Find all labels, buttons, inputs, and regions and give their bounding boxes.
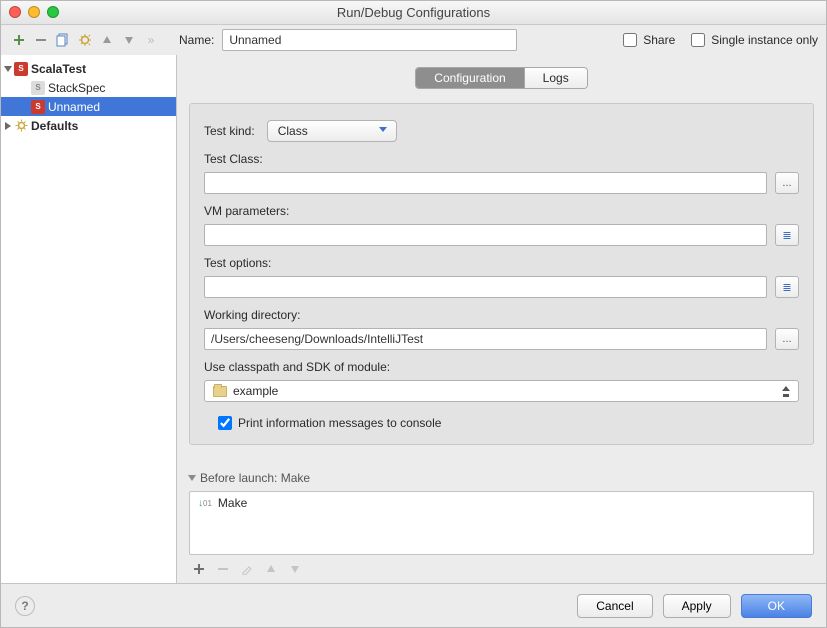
share-label: Share xyxy=(643,33,675,47)
remove-config-button[interactable] xyxy=(31,30,51,50)
before-launch-list[interactable]: ↓01 Make xyxy=(189,491,814,555)
module-label: Use classpath and SDK of module: xyxy=(204,360,799,374)
bl-remove-button[interactable] xyxy=(213,559,233,579)
vm-params-label: VM parameters: xyxy=(204,204,799,218)
scalatest-icon: S xyxy=(31,81,45,95)
tree-node-scalatest[interactable]: S ScalaTest xyxy=(1,59,176,78)
move-down-button[interactable] xyxy=(119,30,139,50)
expand-test-options-button[interactable]: ≣ xyxy=(775,276,799,298)
add-config-button[interactable] xyxy=(9,30,29,50)
disclosure-triangle-icon xyxy=(4,66,12,72)
before-launch-item[interactable]: ↓01 Make xyxy=(190,492,813,514)
print-info-checkbox-row[interactable]: Print information messages to console xyxy=(218,416,799,430)
working-dir-label: Working directory: xyxy=(204,308,799,322)
expand-vm-params-button[interactable]: ≣ xyxy=(775,224,799,246)
test-class-label: Test Class: xyxy=(204,152,799,166)
tree-node-unnamed[interactable]: S Unnamed xyxy=(1,97,176,116)
test-kind-label: Test kind: xyxy=(204,124,255,138)
apply-button[interactable]: Apply xyxy=(663,594,731,618)
scalatest-icon: S xyxy=(14,62,28,76)
close-window-button[interactable] xyxy=(9,6,21,18)
tree-node-stackspec[interactable]: S StackSpec xyxy=(1,78,176,97)
dialog-run-debug-configurations: Run/Debug Configurations » Name: Share xyxy=(0,0,827,628)
share-checkbox-row[interactable]: Share xyxy=(623,33,675,47)
print-info-label: Print information messages to console xyxy=(238,416,441,430)
copy-config-button[interactable] xyxy=(53,30,73,50)
gear-icon xyxy=(14,119,28,133)
name-input[interactable] xyxy=(222,29,517,51)
titlebar: Run/Debug Configurations xyxy=(1,1,826,25)
before-launch-heading: Before launch: Make xyxy=(200,471,310,485)
bl-down-button[interactable] xyxy=(285,559,305,579)
bl-add-button[interactable] xyxy=(189,559,209,579)
minimize-window-button[interactable] xyxy=(28,6,40,18)
tree-node-defaults[interactable]: Defaults xyxy=(1,116,176,135)
browse-working-dir-button[interactable]: ... xyxy=(775,328,799,350)
before-launch-toolbar xyxy=(189,555,814,579)
module-select[interactable]: example xyxy=(204,380,799,402)
share-checkbox[interactable] xyxy=(623,33,637,47)
before-launch-section: Before launch: Make ↓01 Make xyxy=(189,471,814,579)
list-icon: ≣ xyxy=(782,229,791,242)
folder-icon xyxy=(213,386,227,397)
working-dir-input[interactable] xyxy=(204,328,767,350)
test-options-label: Test options: xyxy=(204,256,799,270)
window-controls xyxy=(9,6,59,18)
disclosure-triangle-icon xyxy=(5,122,11,130)
tree-node-label: Unnamed xyxy=(48,100,100,114)
test-kind-value: Class xyxy=(278,124,308,138)
zoom-window-button[interactable] xyxy=(47,6,59,18)
list-icon: ≣ xyxy=(782,281,791,294)
tab-configuration[interactable]: Configuration xyxy=(416,68,523,88)
make-icon: ↓01 xyxy=(198,498,212,509)
vm-params-input[interactable] xyxy=(204,224,767,246)
single-instance-checkbox-row[interactable]: Single instance only xyxy=(691,33,818,47)
cancel-button[interactable]: Cancel xyxy=(577,594,652,618)
configuration-form: Test kind: Class Test Class: ... VM para… xyxy=(189,103,814,445)
dialog-footer: ? Cancel Apply OK xyxy=(1,583,826,627)
test-options-input[interactable] xyxy=(204,276,767,298)
tabstrip: Configuration Logs xyxy=(189,67,814,89)
test-kind-select[interactable]: Class xyxy=(267,120,397,142)
window-title: Run/Debug Configurations xyxy=(337,5,490,20)
test-class-input[interactable] xyxy=(204,172,767,194)
help-button[interactable]: ? xyxy=(15,596,35,616)
name-label: Name: xyxy=(179,33,214,47)
print-info-checkbox[interactable] xyxy=(218,416,232,430)
single-instance-label: Single instance only xyxy=(711,33,818,47)
bl-edit-button[interactable] xyxy=(237,559,257,579)
move-up-button[interactable] xyxy=(97,30,117,50)
tree-node-label: Defaults xyxy=(31,119,78,133)
bl-up-button[interactable] xyxy=(261,559,281,579)
single-instance-checkbox[interactable] xyxy=(691,33,705,47)
edit-defaults-button[interactable] xyxy=(75,30,95,50)
toolbar: » Name: Share Single instance only xyxy=(1,25,826,55)
disclosure-triangle-icon[interactable] xyxy=(188,475,196,481)
config-tree-sidebar: S ScalaTest S StackSpec S Unnamed Defaul xyxy=(1,55,177,583)
expand-button[interactable]: » xyxy=(141,30,161,50)
ellipsis-icon: ... xyxy=(782,177,791,189)
tree-node-label: ScalaTest xyxy=(31,62,86,76)
config-tree[interactable]: S ScalaTest S StackSpec S Unnamed Defaul xyxy=(1,55,176,583)
config-details-panel: Configuration Logs Test kind: Class Test… xyxy=(177,55,826,583)
before-launch-item-label: Make xyxy=(218,496,247,510)
scalatest-icon: S xyxy=(31,100,45,114)
browse-test-class-button[interactable]: ... xyxy=(775,172,799,194)
ok-button[interactable]: OK xyxy=(741,594,812,618)
ellipsis-icon: ... xyxy=(782,333,791,345)
module-value: example xyxy=(233,384,278,398)
tree-node-label: StackSpec xyxy=(48,81,105,95)
tab-logs[interactable]: Logs xyxy=(524,68,587,88)
